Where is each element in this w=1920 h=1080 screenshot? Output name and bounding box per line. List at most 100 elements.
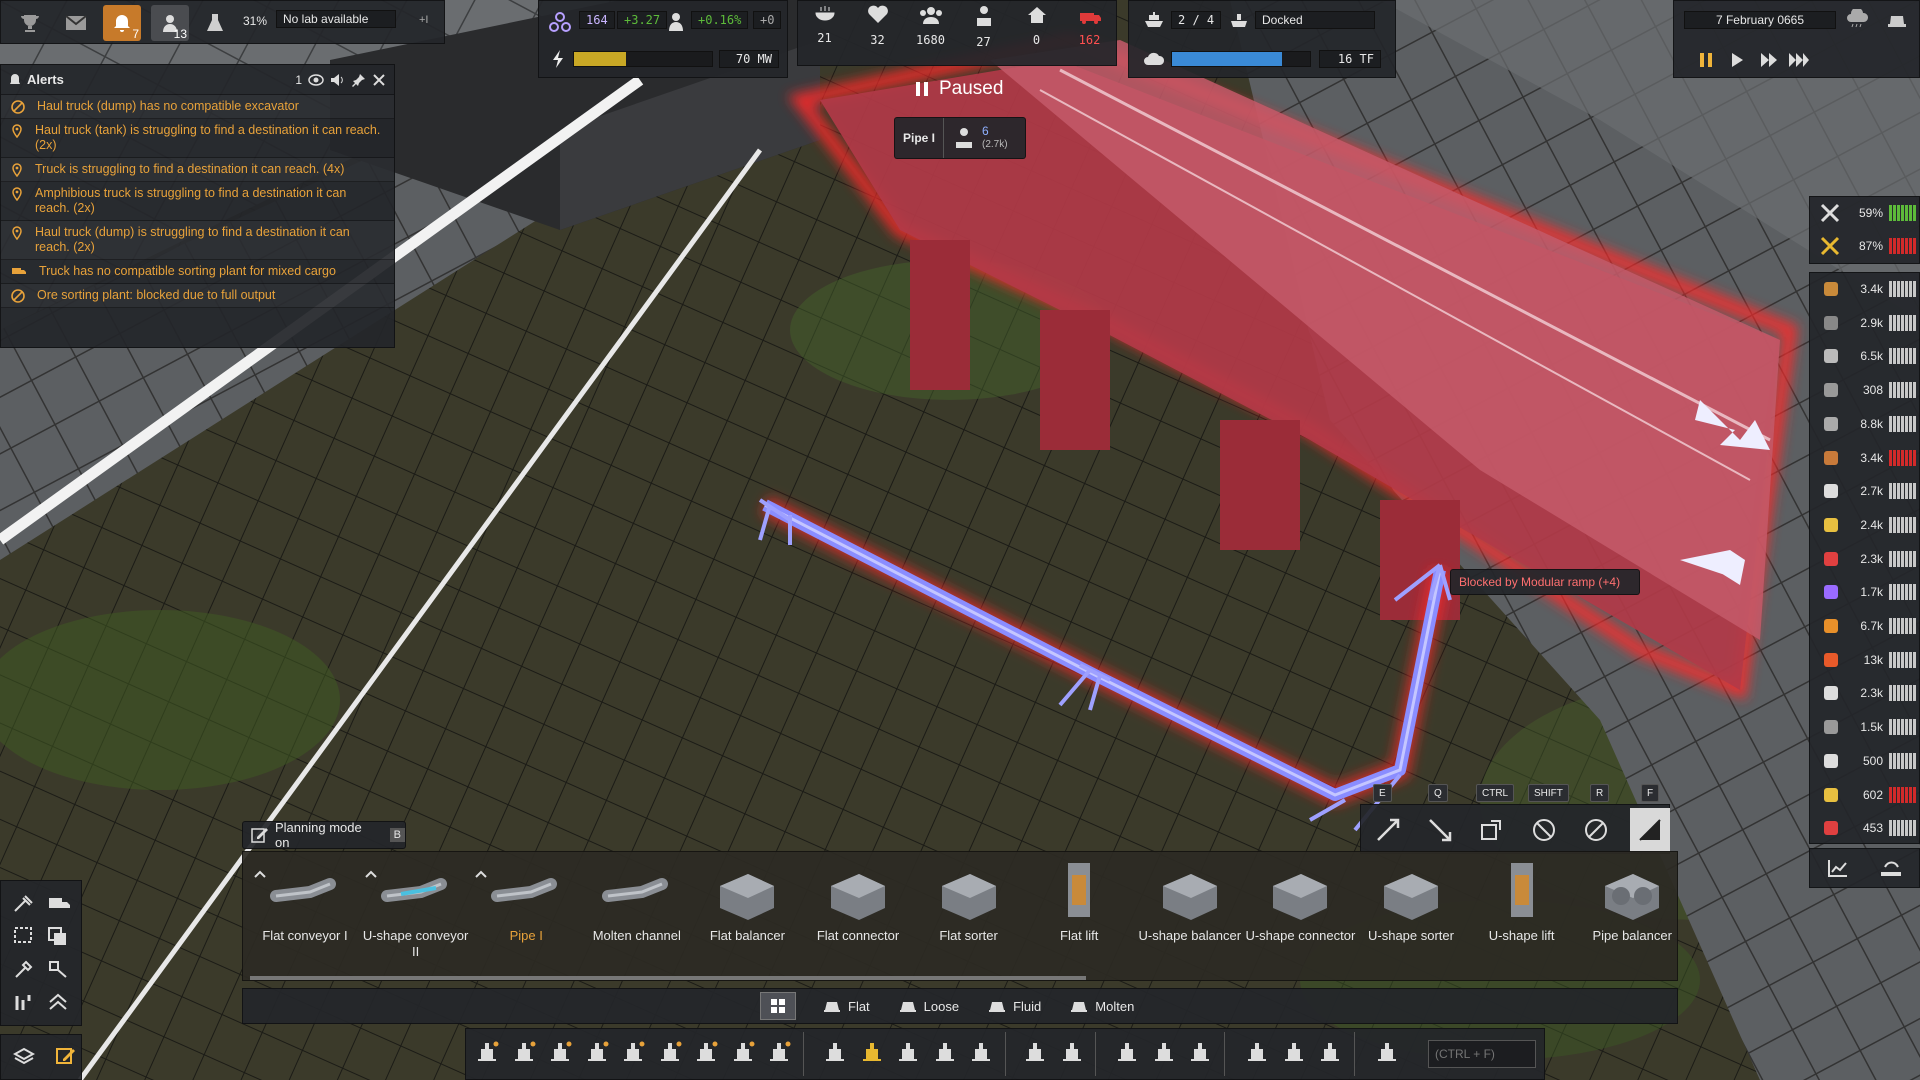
farming-button[interactable] — [582, 1034, 612, 1068]
smelting-button[interactable] — [509, 1034, 539, 1068]
alerts-toggle-button[interactable]: 7 — [103, 5, 141, 41]
resource-row[interactable]: 2.9k — [1811, 308, 1920, 338]
messages-button[interactable] — [57, 5, 95, 41]
trophy-button[interactable] — [11, 5, 49, 41]
chevron-up-icon[interactable] — [364, 870, 377, 878]
worker-tool-button[interactable] — [1372, 1034, 1402, 1068]
housing-button[interactable] — [728, 1034, 758, 1068]
logistics-button[interactable] — [857, 1034, 887, 1068]
scales-button[interactable] — [1242, 1034, 1272, 1068]
stat-cell-health[interactable]: 32 — [851, 5, 904, 65]
palette-item-u-sorter[interactable]: U-shape sorter — [1356, 860, 1466, 972]
tool-f-button[interactable] — [1630, 808, 1670, 852]
chevron-up-icon[interactable] — [254, 870, 266, 878]
alert-item[interactable]: Amphibious truck is struggling to find a… — [1, 182, 394, 221]
resource-row[interactable]: 3.4k — [1811, 274, 1920, 304]
clone-icon[interactable] — [47, 959, 69, 979]
resource-row[interactable]: 453 — [1811, 813, 1920, 843]
speaker-icon[interactable] — [330, 73, 346, 87]
fastest-forward-button[interactable] — [1788, 51, 1810, 69]
resource-row[interactable]: 3.4k — [1811, 443, 1920, 473]
tool-ctrl-button[interactable] — [1468, 808, 1516, 852]
tab-fluid[interactable]: Fluid — [973, 992, 1055, 1020]
palette-item-u-lift[interactable]: U-shape lift — [1467, 860, 1577, 972]
stat-cell-population[interactable]: 1680 — [904, 5, 957, 65]
resource-row[interactable]: 2.3k — [1811, 678, 1920, 708]
eyedropper-icon[interactable] — [13, 959, 35, 979]
mining-button[interactable] — [472, 1034, 502, 1068]
resource-row[interactable]: 8.8k — [1811, 409, 1920, 439]
layers-icon[interactable] — [13, 1047, 35, 1067]
resource-row[interactable]: 500 — [1811, 746, 1920, 776]
alert-item[interactable]: Haul truck (dump) is struggling to find … — [1, 221, 394, 260]
fluids-button[interactable] — [545, 1034, 575, 1068]
play-button[interactable] — [1729, 51, 1745, 69]
select-area-icon[interactable] — [13, 926, 35, 946]
storage-button[interactable] — [820, 1034, 850, 1068]
factory-button[interactable] — [764, 1034, 794, 1068]
upgrade-icon[interactable] — [47, 992, 69, 1012]
search-input[interactable] — [1429, 1041, 1535, 1067]
recycling-button[interactable] — [691, 1034, 721, 1068]
landscape-button[interactable] — [1112, 1034, 1142, 1068]
layout-button[interactable] — [1057, 1034, 1087, 1068]
tool-lower-button[interactable] — [1416, 808, 1464, 852]
fast-forward-button[interactable] — [1759, 51, 1779, 69]
resource-row[interactable]: 308 — [1811, 375, 1920, 405]
resource-row[interactable]: 6.7k — [1811, 611, 1920, 641]
resource-row[interactable]: 1.7k — [1811, 577, 1920, 607]
tool-r-button[interactable] — [1572, 808, 1620, 852]
pin-icon[interactable] — [352, 73, 366, 87]
tool-shift-button[interactable] — [1520, 808, 1568, 852]
stat-cell-food[interactable]: 21 — [798, 5, 851, 65]
chart-icon[interactable] — [1828, 859, 1848, 877]
building-button[interactable] — [1279, 1034, 1309, 1068]
chevron-up-icon[interactable] — [475, 870, 487, 878]
pause-button[interactable] — [1698, 51, 1714, 69]
palette-item-u-connector[interactable]: U-shape connector — [1245, 860, 1355, 972]
research-plus[interactable]: +I — [419, 14, 428, 26]
palette-item-flat-sorter[interactable]: Flat sorter — [914, 860, 1024, 972]
alert-item[interactable]: Haul truck (tank) is struggling to find … — [1, 119, 394, 158]
resource-row[interactable]: 6.5k — [1811, 341, 1920, 371]
copy-icon[interactable] — [47, 926, 69, 946]
resource-row[interactable]: 602 — [1811, 780, 1920, 810]
workers-button[interactable]: 13 — [151, 5, 189, 41]
research-button[interactable] — [1315, 1034, 1345, 1068]
trees-button[interactable] — [1149, 1034, 1179, 1068]
hat-icon[interactable] — [1886, 11, 1908, 29]
palette-item-conveyor[interactable]: Flat conveyor I — [250, 860, 360, 972]
power-button[interactable] — [618, 1034, 648, 1068]
tab-flat[interactable]: Flat — [808, 992, 884, 1020]
maintenance-row[interactable]: 87% — [1811, 231, 1920, 261]
alert-item[interactable]: Haul truck (dump) has no compatible exca… — [1, 95, 394, 119]
chemical-button[interactable] — [655, 1034, 685, 1068]
alert-item[interactable]: Truck is struggling to find a destinatio… — [1, 158, 394, 182]
tab-loose[interactable]: Loose — [884, 992, 973, 1020]
palette-item-molten-channel[interactable]: Molten channel — [582, 860, 692, 972]
settings-chart-icon[interactable] — [1880, 859, 1902, 877]
resource-row[interactable]: 1.5k — [1811, 712, 1920, 742]
close-icon[interactable] — [372, 73, 386, 87]
palette-item-flat-connector[interactable]: Flat connector — [803, 860, 913, 972]
ship-button[interactable] — [930, 1034, 960, 1068]
resource-row[interactable]: 13k — [1811, 645, 1920, 675]
palette-item-flat-balancer[interactable]: Flat balancer — [692, 860, 802, 972]
stat-cell-house[interactable]: 0 — [1010, 5, 1063, 65]
palette-item-u-balancer[interactable]: U-shape balancer — [1135, 860, 1245, 972]
grid-view-button[interactable] — [760, 992, 796, 1020]
pattern-button[interactable] — [1185, 1034, 1215, 1068]
palette-scrollbar[interactable] — [250, 976, 1086, 980]
stat-cell-worker[interactable]: 27 — [957, 5, 1010, 65]
palette-item-pipe-balancer[interactable]: Pipe balancer — [1577, 860, 1687, 972]
palette-item-u-conveyor[interactable]: U-shape conveyor II — [361, 860, 471, 972]
maintenance-row[interactable]: 59% — [1811, 198, 1920, 228]
planning-edit-icon[interactable] — [55, 1045, 77, 1067]
resource-row[interactable]: 2.7k — [1811, 476, 1920, 506]
alert-item[interactable]: Ore sorting plant: blocked due to full o… — [1, 284, 394, 308]
mine-icon[interactable] — [13, 893, 35, 913]
palette-item-flat-lift[interactable]: Flat lift — [1024, 860, 1134, 972]
demolish-icon[interactable] — [13, 992, 35, 1012]
palette-item-pipe[interactable]: Pipe I — [471, 860, 581, 972]
resource-row[interactable]: 2.4k — [1811, 510, 1920, 540]
